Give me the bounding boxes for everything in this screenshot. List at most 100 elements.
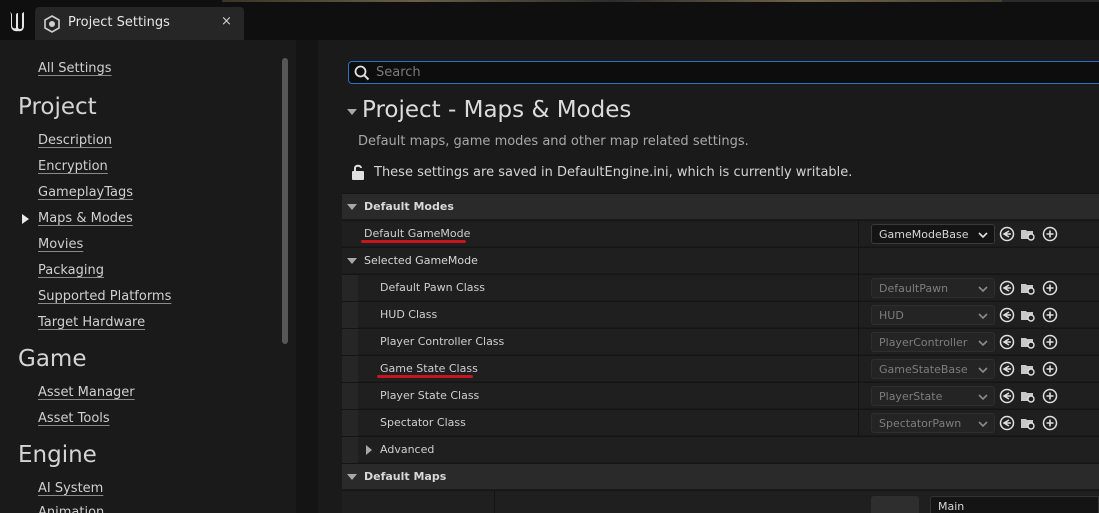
sidebar-item-target-hardware[interactable]: Target Hardware [38,315,145,330]
use-selected-arrow-icon[interactable] [999,226,1015,242]
sidebar-section-game: Game [18,346,87,372]
unreal-logo-icon[interactable] [6,9,30,33]
unlocked-icon [352,164,364,180]
sidebar-item-asset-tools[interactable]: Asset Tools [38,411,110,426]
player-controller-dropdown[interactable]: PlayerController [871,332,995,352]
selected-arrow-icon [22,214,29,224]
game-state-dropdown[interactable]: GameStateBase [871,359,995,379]
collapse-category-icon [347,204,357,210]
browse-folder-icon[interactable] [1020,361,1036,377]
group-label: Selected GameMode [364,254,478,267]
dropdown-value: HUD [879,309,904,322]
sidebar-item-ai-system[interactable]: AI System [38,481,103,496]
close-tab-icon[interactable]: × [221,14,232,29]
advanced-label: Advanced [380,443,435,456]
tab-title: Project Settings [68,15,170,30]
sidebar-item-movies[interactable]: Movies [38,237,83,252]
panel-gap [296,40,318,513]
property-label: Default GameMode [364,227,471,240]
sidebar-scrollbar[interactable] [282,58,288,344]
sidebar-item-gameplaytags[interactable]: GameplayTags [38,185,133,200]
sidebar-item-encryption[interactable]: Encryption [38,159,108,174]
page-title: Project - Maps & Modes [362,97,632,123]
dropdown-value: PlayerState [879,390,943,403]
add-circle-icon[interactable] [1042,307,1058,323]
chevron-down-icon [978,421,988,428]
chevron-down-icon [978,286,988,293]
use-selected-arrow-icon[interactable] [999,388,1015,404]
use-selected-arrow-icon[interactable] [999,415,1015,431]
project-settings-window: Project Settings × All Settings Project … [0,0,1099,513]
settings-cube-icon [44,15,60,33]
map-dropdown[interactable]: Main [930,496,1099,513]
collapse-category-icon [347,474,357,480]
property-label: Spectator Class [380,416,466,429]
use-selected-arrow-icon[interactable] [999,307,1015,323]
search-box[interactable] [348,61,1099,84]
property-label: Player Controller Class [380,335,505,348]
chevron-down-icon [978,367,988,374]
page-description: Default maps, game modes and other map r… [358,134,749,149]
use-selected-arrow-icon[interactable] [999,334,1015,350]
add-circle-icon[interactable] [1042,280,1058,296]
add-circle-icon[interactable] [1042,361,1058,377]
sidebar-item-maps-modes[interactable]: Maps & Modes [38,211,133,226]
add-circle-icon[interactable] [1042,415,1058,431]
property-label: Player State Class [380,389,480,402]
expand-icon [366,445,372,455]
category-label: Default Modes [364,200,454,213]
hud-dropdown[interactable]: HUD [871,305,995,325]
browse-folder-icon[interactable] [1020,280,1036,296]
sidebar-item-description[interactable]: Description [38,133,112,148]
player-state-dropdown[interactable]: PlayerState [871,386,995,406]
property-label: Default Pawn Class [380,281,485,294]
category-label: Default Maps [364,470,447,483]
advanced-row[interactable]: Advanced [342,436,1099,463]
dropdown-value: GameModeBase [879,228,969,241]
browse-folder-icon[interactable] [1020,226,1036,242]
category-default-maps[interactable]: Default Maps [342,463,1099,489]
saved-notice: These settings are saved in DefaultEngin… [374,165,853,180]
default-pawn-dropdown[interactable]: DefaultPawn [871,278,995,298]
add-circle-icon[interactable] [1042,226,1058,242]
property-row-player-controller: Player Controller Class PlayerController [342,328,1099,355]
project-settings-tab[interactable]: Project Settings × [35,7,244,40]
browse-folder-icon[interactable] [1020,307,1036,323]
chevron-down-icon [978,340,988,347]
dropdown-value: DefaultPawn [879,282,949,295]
category-default-modes[interactable]: Default Modes [342,193,1099,219]
annotation-underline [377,375,473,378]
search-input[interactable] [376,63,1076,82]
property-label: HUD Class [380,308,438,321]
use-selected-arrow-icon[interactable] [999,280,1015,296]
annotation-underline [361,240,466,243]
dropdown-value: PlayerController [879,336,968,349]
sidebar-item-asset-manager[interactable]: Asset Manager [38,385,135,400]
browse-folder-icon[interactable] [1020,388,1036,404]
sidebar-item-supported-platforms[interactable]: Supported Platforms [38,289,171,304]
gamemode-dropdown[interactable]: GameModeBase [871,224,995,244]
browse-folder-icon[interactable] [1020,415,1036,431]
group-selected-gamemode[interactable]: Selected GameMode [342,247,1099,274]
sidebar-item-packaging[interactable]: Packaging [38,263,104,278]
map-thumbnail[interactable] [871,496,919,513]
sidebar-section-engine: Engine [18,442,97,468]
sidebar-section-project: Project [18,94,97,120]
spectator-dropdown[interactable]: SpectatorPawn [871,413,995,433]
property-row-hud: HUD Class HUD [342,301,1099,328]
add-circle-icon[interactable] [1042,334,1058,350]
add-circle-icon[interactable] [1042,388,1058,404]
sidebar-item-all-settings[interactable]: All Settings [38,61,112,76]
collapse-page-icon[interactable] [347,109,357,115]
chevron-down-icon [978,313,988,320]
browse-folder-icon[interactable] [1020,334,1036,350]
dropdown-value: SpectatorPawn [879,417,962,430]
dropdown-value: Main [938,500,965,513]
sidebar-item-animation[interactable]: Animation [38,505,104,513]
search-icon [354,65,370,81]
chevron-down-icon [978,394,988,401]
collapse-group-icon [347,258,357,264]
title-bar: Project Settings × [0,0,1099,40]
use-selected-arrow-icon[interactable] [999,361,1015,377]
property-label: Game State Class [380,362,478,375]
